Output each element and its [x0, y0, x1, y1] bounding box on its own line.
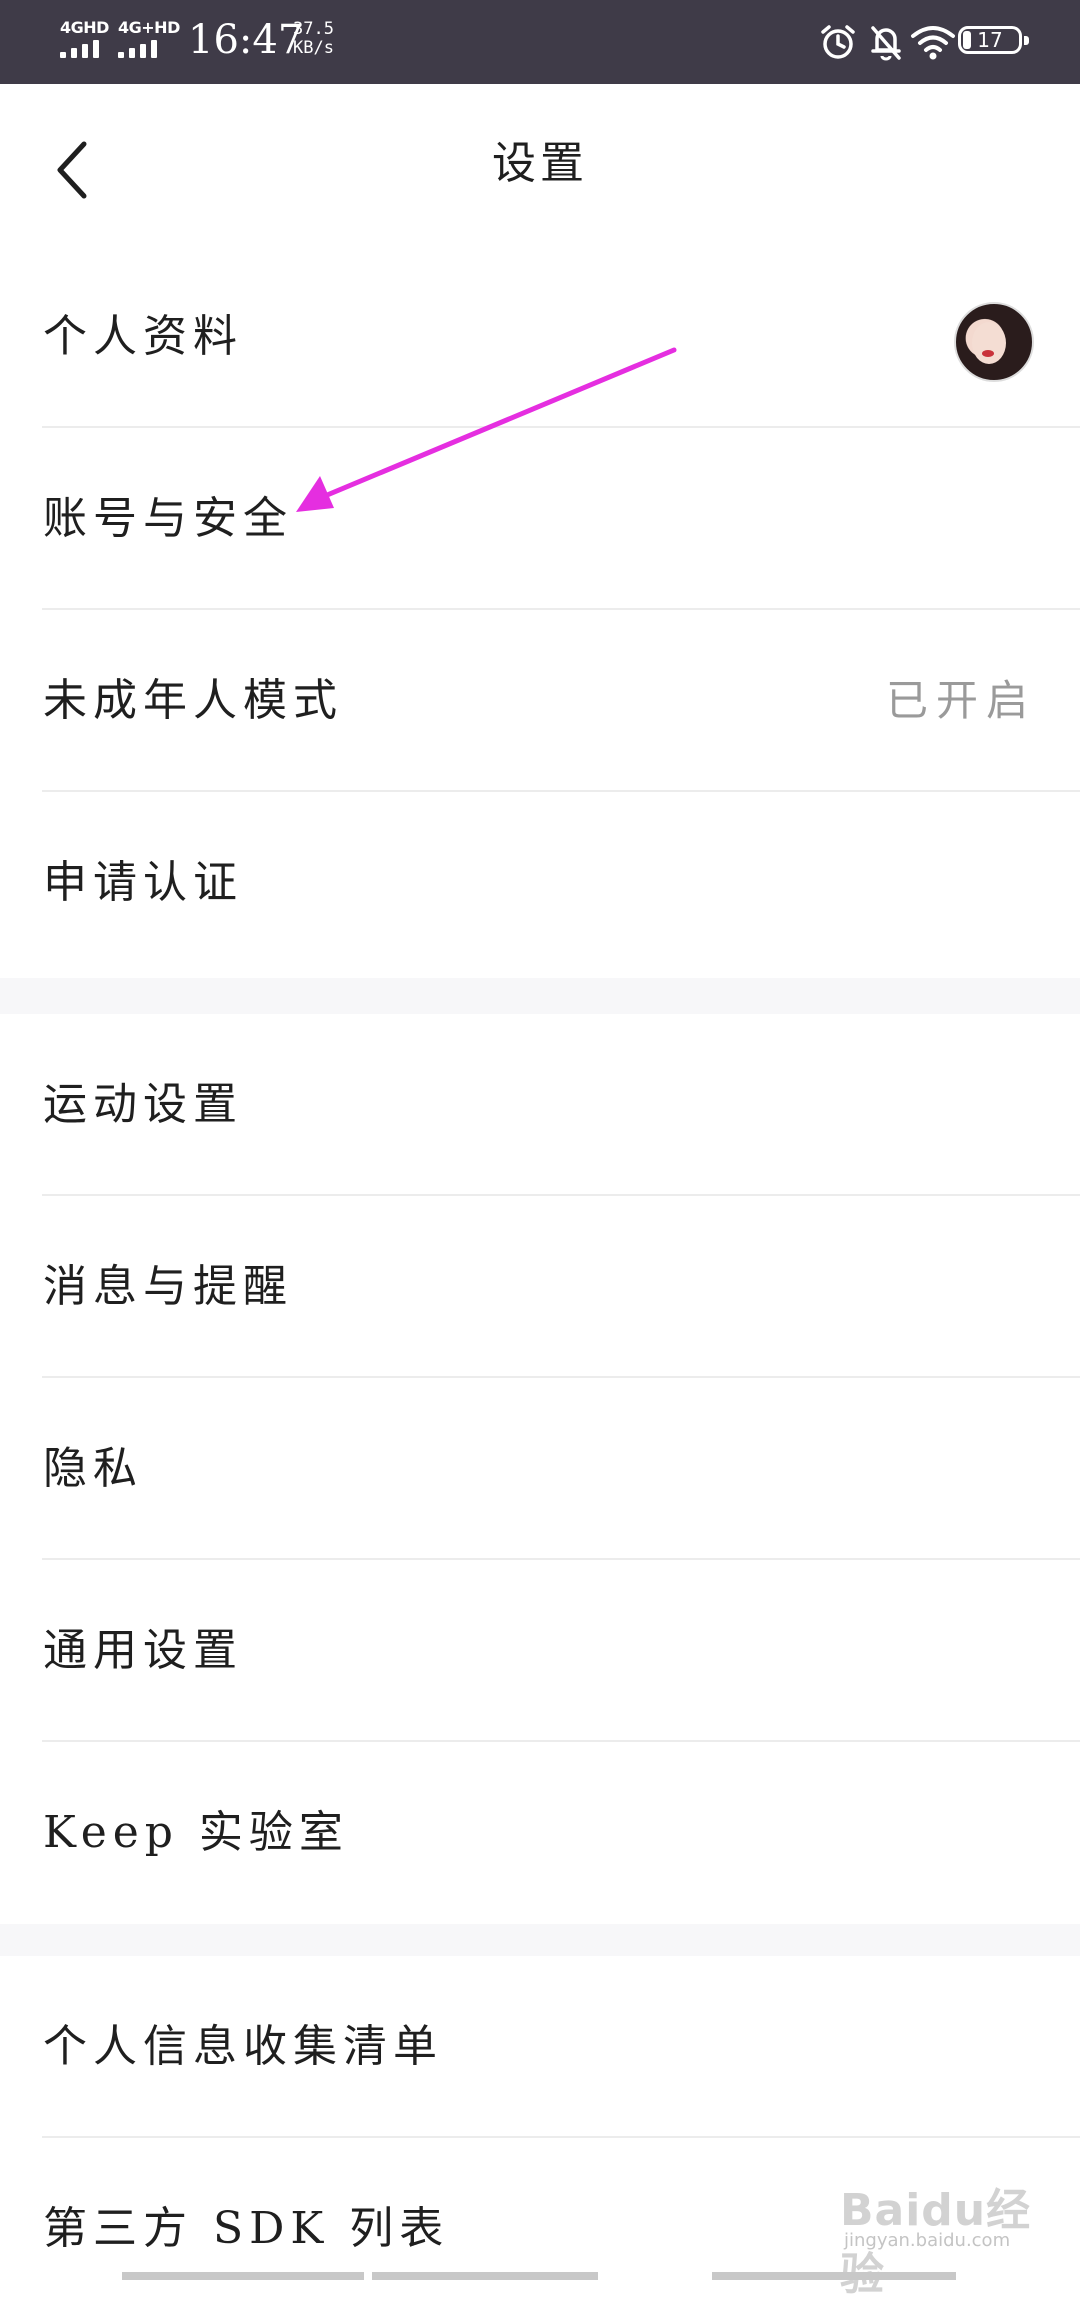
signal-sim2-icon: 4G+HD [118, 18, 192, 58]
settings-item-sport[interactable]: 运动设置 [0, 1014, 1080, 1196]
wifi-icon [911, 26, 955, 60]
settings-item-label: 申请认证 [43, 857, 243, 908]
settings-item-keep-lab[interactable]: Keep 实验室 [0, 1742, 1080, 1924]
alarm-icon [821, 25, 855, 59]
settings-item-label: 账号与安全 [43, 493, 293, 544]
page-title: 设置 [492, 138, 588, 189]
settings-item-notifications[interactable]: 消息与提醒 [0, 1196, 1080, 1378]
settings-item-label: 第三方 SDK 列表 [43, 2203, 450, 2254]
watermark: Baidu经验 jingyan.baidu.com [840, 2174, 1040, 2300]
settings-item-minor-mode[interactable]: 未成年人模式 已开启 [0, 610, 1080, 792]
settings-item-verification[interactable]: 申请认证 [0, 792, 1080, 974]
battery-level: 17 [977, 28, 1003, 52]
minor-mode-status: 已开启 [885, 676, 1036, 725]
speed-unit: KB/s [293, 38, 334, 58]
settings-item-general[interactable]: 通用设置 [0, 1560, 1080, 1742]
network-speed: 37.5 KB/s [293, 20, 343, 58]
settings-group-general: 运动设置 消息与提醒 隐私 通用设置 Keep 实验室 [0, 1014, 1080, 1924]
settings-item-label: 通用设置 [43, 1625, 243, 1676]
watermark-url: jingyan.baidu.com [844, 2230, 1011, 2251]
settings-item-label: 隐私 [43, 1443, 143, 1494]
avatar [954, 302, 1034, 382]
settings-item-label: 未成年人模式 [43, 675, 343, 726]
speed-value: 37.5 [293, 19, 334, 39]
settings-item-label: Keep 实验室 [43, 1807, 349, 1858]
settings-item-account-security[interactable]: 账号与安全 [0, 428, 1080, 610]
settings-item-privacy[interactable]: 隐私 [0, 1378, 1080, 1560]
settings-item-label: 个人资料 [43, 311, 243, 362]
app-header: 设置 [0, 84, 1080, 246]
battery-icon: 17 [958, 26, 1029, 54]
settings-group-account: 个人资料 账号与安全 未成年人模式 已开启 申请认证 [0, 246, 1080, 978]
settings-item-label: 消息与提醒 [43, 1261, 293, 1312]
sim1-label: 4GHD [60, 18, 109, 37]
settings-item-profile[interactable]: 个人资料 [0, 246, 1080, 428]
section-gap [0, 1924, 1080, 1956]
settings-item-data-collection-list[interactable]: 个人信息收集清单 [0, 1956, 1080, 2138]
section-gap [0, 978, 1080, 1014]
settings-item-label: 运动设置 [43, 1079, 243, 1130]
bell-off-icon [871, 26, 901, 61]
status-bar: 4GHD 4G+HD 16:47 37.5 KB/s 17 [0, 0, 1080, 84]
status-icons: 17 [782, 20, 1029, 64]
settings-item-label: 个人信息收集清单 [43, 2021, 443, 2072]
sim2-label: 4G+HD [118, 18, 180, 37]
bottom-nav-hint [122, 2272, 956, 2280]
clock: 16:47 [188, 17, 304, 63]
